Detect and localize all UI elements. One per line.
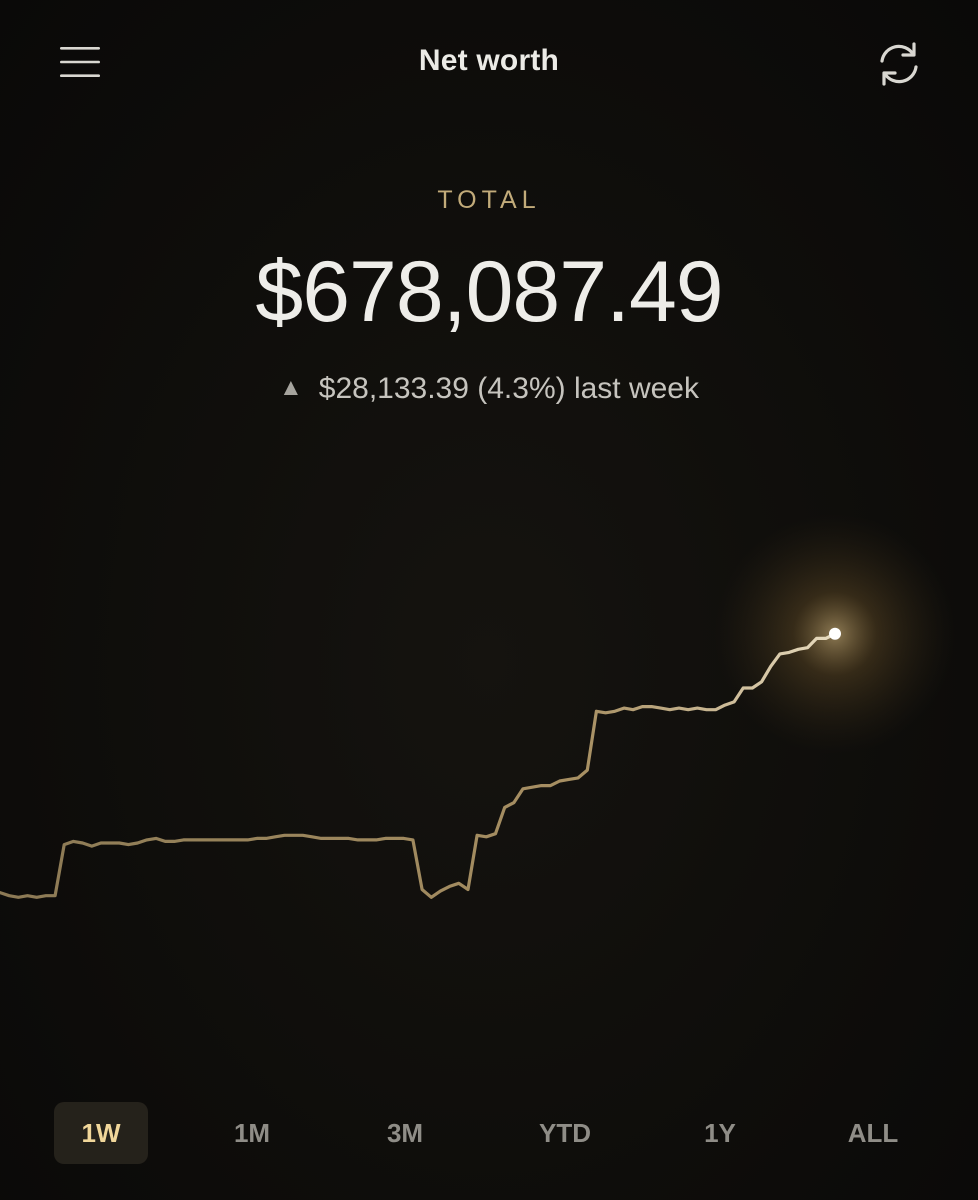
- up-triangle-icon: ▲: [279, 374, 303, 401]
- app-header: Net worth: [0, 0, 978, 130]
- range-button-3m[interactable]: 3M: [358, 1102, 452, 1164]
- net-worth-chart: [0, 513, 955, 899]
- net-worth-line: [0, 632, 837, 899]
- range-button-1y[interactable]: 1Y: [673, 1102, 767, 1164]
- range-button-all[interactable]: ALL: [826, 1102, 920, 1164]
- refresh-button[interactable]: [872, 38, 926, 90]
- range-button-1w[interactable]: 1W: [54, 1102, 148, 1164]
- weekly-change-text: $28,133.39 (4.3%) last week: [318, 372, 699, 405]
- weekly-change: ▲ $28,133.39 (4.3%) last week: [0, 372, 978, 406]
- net-worth-screen: Net worth TOTAL $678,087.49 ▲ $28,133.39…: [0, 0, 978, 1200]
- total-label: TOTAL: [437, 186, 541, 214]
- refresh-icon: [880, 42, 918, 86]
- range-button-1m[interactable]: 1M: [205, 1102, 299, 1164]
- current-value-point[interactable]: [829, 627, 841, 640]
- range-button-ytd[interactable]: YTD: [518, 1102, 612, 1164]
- page-title: Net worth: [418, 44, 560, 77]
- total-amount: $678,087.49: [255, 244, 723, 340]
- time-range-selector: 1W 1M 3M YTD 1Y ALL: [0, 1102, 978, 1164]
